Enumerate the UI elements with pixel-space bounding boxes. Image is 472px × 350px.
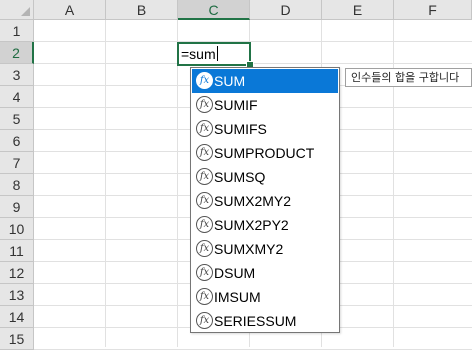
autocomplete-item-label: SUMX2MY2 [214,193,292,209]
active-cell-c2[interactable]: =sum [177,42,251,66]
autocomplete-item-sumproduct[interactable]: fx SUMPRODUCT [192,141,338,165]
fx-function-icon: fx [196,144,213,161]
row-header-8[interactable]: 8 [0,174,34,196]
select-all-button[interactable] [0,0,34,20]
autocomplete-item-imsum[interactable]: fx IMSUM [192,285,338,309]
fx-function-icon: fx [196,216,213,233]
autocomplete-item-seriessum[interactable]: fx SERIESSUM [192,309,338,333]
autocomplete-item-label: SUM [214,73,246,89]
autocomplete-item-label: SUMIF [214,97,258,113]
fx-function-icon: fx [196,264,213,281]
fx-function-icon: fx [196,72,213,89]
row-header-10[interactable]: 10 [0,218,34,240]
autocomplete-item-dsum[interactable]: fx DSUM [192,261,338,285]
fx-function-icon: fx [196,288,213,305]
autocomplete-item-label: SUMXMY2 [214,241,284,257]
formula-autocomplete-list[interactable]: fx SUM fx SUMIF fx SUMIFS fx SUMPRODUCT fx SUMSQ f… [190,67,340,333]
row-header-11[interactable]: 11 [0,240,34,262]
fx-function-icon: fx [196,192,213,209]
autocomplete-item-label: DSUM [214,265,256,281]
autocomplete-item-label: SUMSQ [214,169,266,185]
autocomplete-item-sum[interactable]: fx SUM [192,69,338,93]
autocomplete-item-sumx2py2[interactable]: fx SUMX2PY2 [192,213,338,237]
row-header-6[interactable]: 6 [0,130,34,152]
fx-function-icon: fx [196,168,213,185]
row-header-4[interactable]: 4 [0,86,34,108]
row-header-1[interactable]: 1 [0,20,34,42]
row-gridline [34,41,472,42]
fx-function-icon: fx [196,96,213,113]
autocomplete-item-label: SUMIFS [214,121,267,137]
autocomplete-item-sumifs[interactable]: fx SUMIFS [192,117,338,141]
fx-function-icon: fx [196,240,213,257]
text-caret [216,46,218,61]
autocomplete-item-label: SERIESSUM [214,313,297,329]
fx-function-icon: fx [196,312,213,329]
column-header-a[interactable]: A [34,0,106,20]
autocomplete-item-label: SUMX2PY2 [214,217,289,233]
column-gridline [177,20,178,347]
autocomplete-item-sumxmy2[interactable]: fx SUMXMY2 [192,237,338,261]
row-header-14[interactable]: 14 [0,306,34,328]
row-header-9[interactable]: 9 [0,196,34,218]
column-header-c[interactable]: C [178,0,250,20]
column-header-b[interactable]: B [106,0,178,20]
autocomplete-item-label: SUMPRODUCT [214,145,315,161]
fx-function-icon: fx [196,120,213,137]
autocomplete-item-sumx2my2[interactable]: fx SUMX2MY2 [192,189,338,213]
cell-formula-text: =sum [181,46,216,62]
column-header-e[interactable]: E [322,0,394,20]
column-header-f[interactable]: F [394,0,472,20]
autocomplete-item-sumsq[interactable]: fx SUMSQ [192,165,338,189]
row-header-7[interactable]: 7 [0,152,34,174]
row-header-2[interactable]: 2 [0,42,34,64]
column-header-d[interactable]: D [250,0,322,20]
row-header-3[interactable]: 3 [0,64,34,86]
autocomplete-item-label: IMSUM [214,289,261,305]
row-header-13[interactable]: 13 [0,284,34,306]
select-all-triangle-icon [21,7,30,16]
autocomplete-item-sumif[interactable]: fx SUMIF [192,93,338,117]
function-tooltip: 인수들의 합을 구합니다 [345,68,472,87]
row-header-12[interactable]: 12 [0,262,34,284]
row-header-5[interactable]: 5 [0,108,34,130]
column-gridline [105,20,106,347]
